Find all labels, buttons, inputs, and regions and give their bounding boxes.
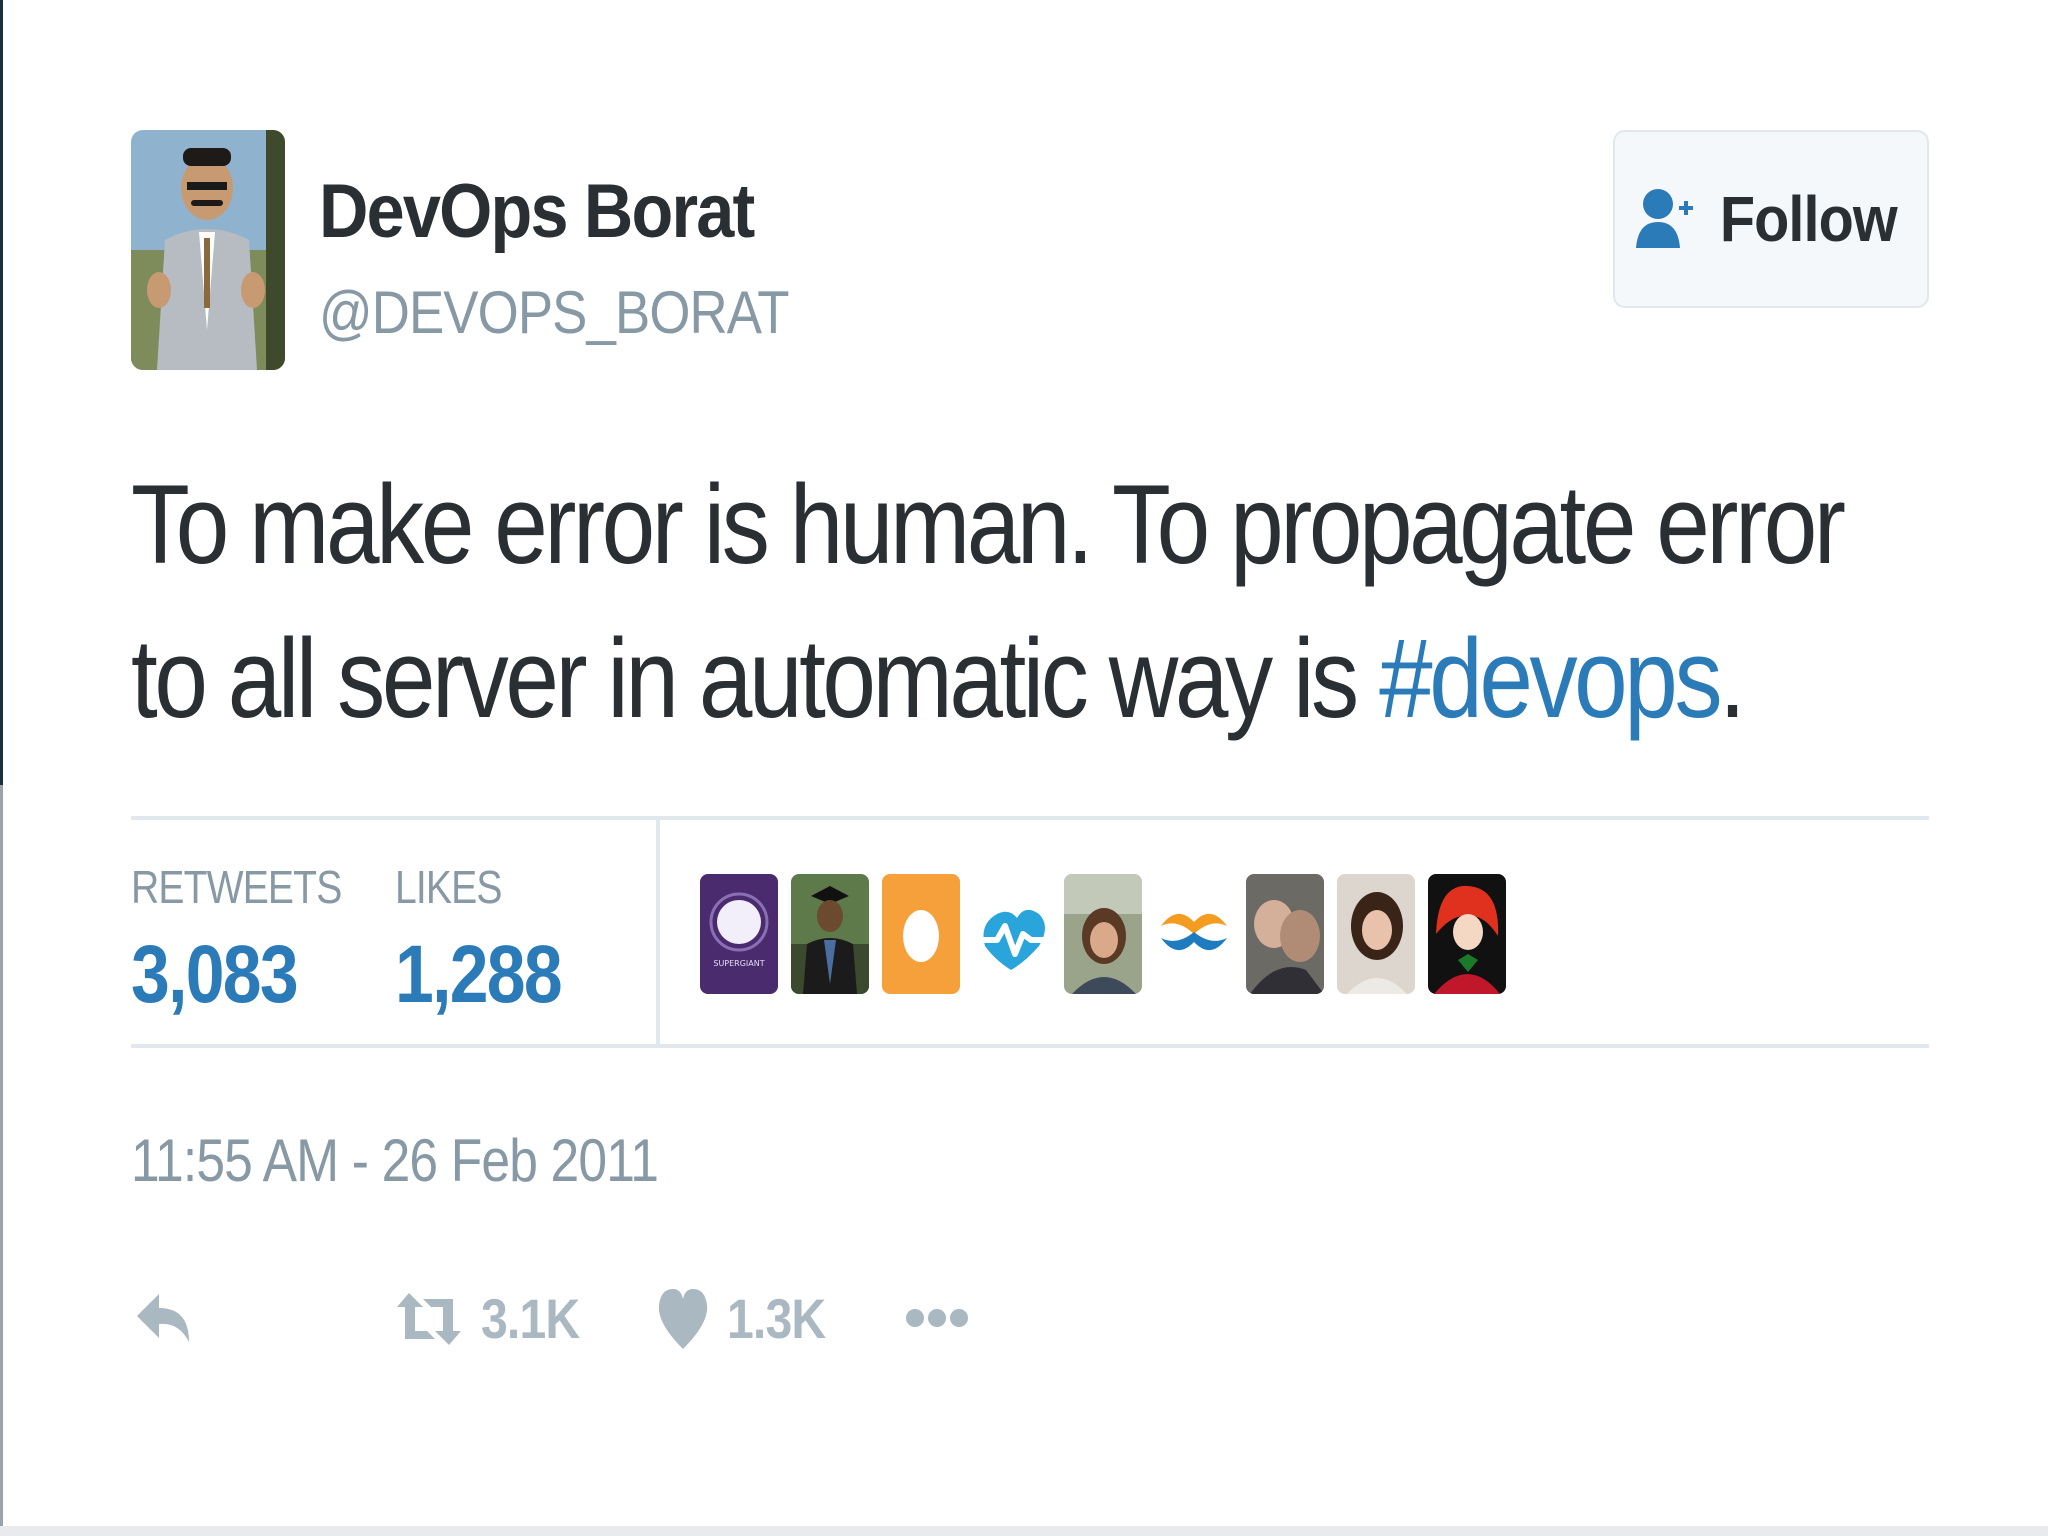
author-name[interactable]: DevOps Borat [319, 168, 755, 255]
more-dots-icon [906, 1309, 968, 1327]
author-handle[interactable]: @DEVOPS_BORAT [319, 278, 789, 347]
liker-avatar[interactable] [1428, 874, 1506, 994]
like-count: 1.3K [727, 1287, 826, 1350]
liker-avatar[interactable] [973, 874, 1051, 994]
likes-label: LIKES [395, 861, 502, 913]
liker-avatar[interactable] [1155, 874, 1233, 994]
follow-label: Follow [1719, 183, 1898, 255]
tweet-stats: RETWEETS 3,083 LIKES 1,288 SUPERGIANT [131, 816, 1929, 1048]
tweet-timestamp[interactable]: 11:55 AM - 26 Feb 2011 [131, 1126, 659, 1195]
hashtag-link[interactable]: #devops [1379, 616, 1723, 741]
tweet-actions: 3.1K 1.3K [131, 1286, 1131, 1376]
supergiant-logo-text: SUPERGIANT [713, 959, 764, 968]
likes-stat[interactable]: LIKES 1,288 [395, 860, 590, 1022]
liker-avatar[interactable] [1064, 874, 1142, 994]
liker-avatar[interactable] [1337, 874, 1415, 994]
retweet-count: 3.1K [481, 1287, 580, 1350]
retweets-stat[interactable]: RETWEETS 3,083 [131, 860, 379, 1022]
retweet-icon [397, 1292, 461, 1345]
tweet-card: DevOps Borat @DEVOPS_BORAT Follow To mak… [131, 128, 1929, 1428]
left-edge-strip [0, 0, 3, 785]
retweet-button[interactable]: 3.1K [395, 1286, 595, 1351]
liker-avatar[interactable] [791, 874, 869, 994]
likers-list: SUPERGIANT [700, 874, 1506, 994]
liker-avatar[interactable]: SUPERGIANT [700, 874, 778, 994]
author-avatar[interactable] [131, 130, 285, 370]
left-edge-strip-lower [0, 785, 3, 1536]
follow-button[interactable]: Follow [1613, 130, 1929, 308]
retweets-value: 3,083 [131, 929, 299, 1020]
tweet-text-end: . [1719, 616, 1746, 741]
reply-icon [137, 1294, 189, 1342]
retweets-label: RETWEETS [131, 861, 342, 913]
liker-avatar[interactable] [882, 874, 960, 994]
bottom-bar [0, 1526, 2048, 1536]
stats-divider [656, 820, 660, 1044]
heart-icon [658, 1288, 708, 1349]
more-button[interactable] [905, 1306, 969, 1330]
add-user-icon [1635, 189, 1693, 248]
reply-button[interactable] [135, 1286, 193, 1350]
likes-value: 1,288 [395, 929, 563, 1020]
tweet-text: To make error is human. To propagate err… [131, 448, 1937, 756]
like-button[interactable]: 1.3K [657, 1286, 841, 1351]
liker-avatar[interactable] [1246, 874, 1324, 994]
